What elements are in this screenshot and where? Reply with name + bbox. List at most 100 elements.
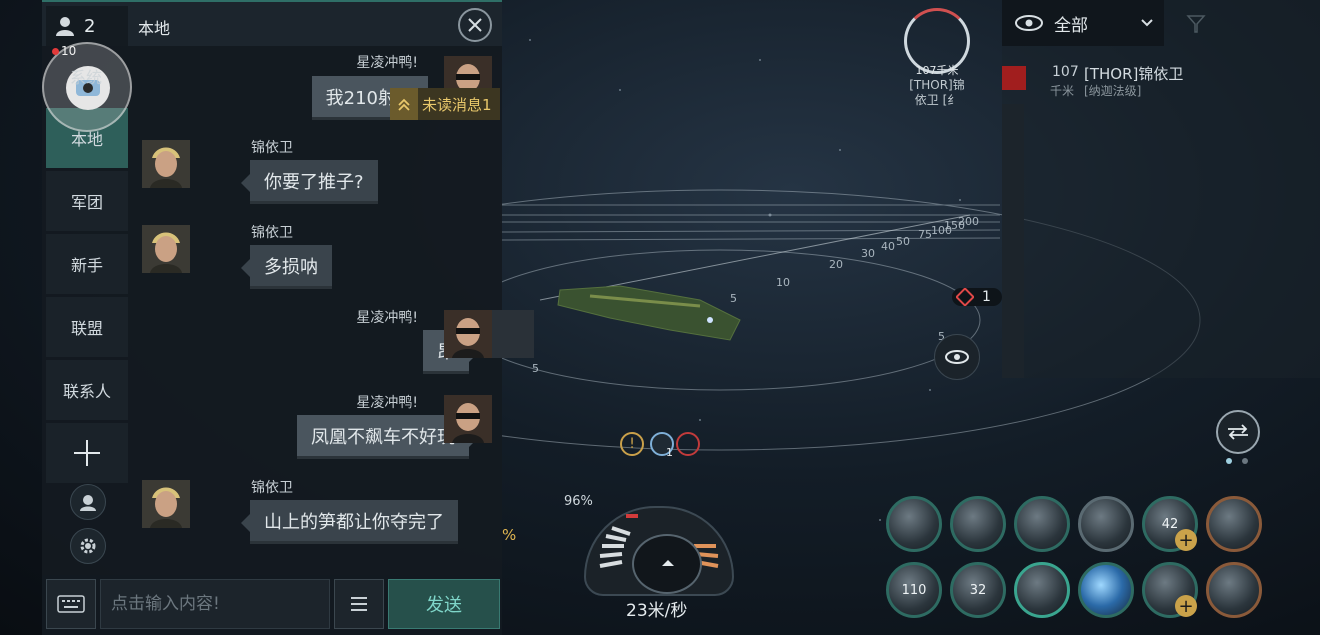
range-label: 40	[881, 240, 895, 253]
module-slot[interactable]: 32	[950, 562, 1006, 618]
lock-count-badge[interactable]: 1	[952, 288, 1002, 306]
range-label: 5	[730, 292, 737, 305]
chat-input[interactable]	[100, 579, 330, 629]
avatar-image	[444, 395, 492, 443]
headset-icon	[80, 495, 96, 511]
keyboard-button[interactable]	[46, 579, 96, 629]
close-icon	[468, 18, 482, 32]
range-label: 10	[776, 276, 790, 289]
overview-distance: 107	[1052, 64, 1079, 80]
range-label: 30	[861, 247, 875, 260]
target-name-line2: 依卫 [纟	[914, 93, 960, 107]
target-distance: 107千米	[915, 64, 959, 77]
swap-rack-button[interactable]	[1216, 410, 1260, 454]
module-slot[interactable]: +	[1142, 562, 1198, 618]
overview-type: [纳迦法级]	[1084, 84, 1142, 98]
tab-alliance[interactable]: 联盟	[46, 297, 128, 357]
member-count[interactable]: 2	[46, 6, 128, 46]
sender-name: 锦依卫	[251, 225, 293, 241]
chat-header: 2 本地	[42, 0, 502, 46]
bubble-tail	[241, 259, 250, 277]
capacitor-dial	[584, 506, 734, 596]
settings-button[interactable]	[70, 528, 106, 564]
message-bubble[interactable]: 山上的笋都让你夺完了	[250, 500, 458, 544]
avatar[interactable]	[444, 310, 492, 358]
tab-newbie[interactable]: 新手	[46, 234, 128, 294]
avatar[interactable]	[444, 395, 492, 443]
status-effects: ! 1	[620, 432, 710, 460]
avatar[interactable]	[142, 480, 190, 528]
avatar[interactable]	[142, 225, 190, 273]
member-count-value: 2	[84, 15, 96, 37]
unread-label: 未读消息1	[422, 95, 492, 114]
channel-title: 本地	[138, 19, 171, 38]
add-icon: +	[1175, 529, 1197, 551]
message-bubble[interactable]: 多损呐	[250, 245, 332, 289]
avatar-image	[142, 225, 190, 273]
notification-badge: 10	[52, 44, 76, 58]
tab-corp[interactable]: 军团	[46, 171, 128, 231]
module-rack: 42 + 110 32 +	[884, 494, 1268, 622]
speed-control[interactable]	[632, 534, 702, 594]
module-slot[interactable]: 42 +	[1142, 496, 1198, 552]
lock-count: 1	[982, 289, 991, 305]
shield-module-slot[interactable]	[1078, 496, 1134, 552]
sender-name: 星凌冲鸭!	[356, 395, 418, 411]
eye-icon	[1015, 15, 1043, 31]
module-slot[interactable]	[950, 496, 1006, 552]
game-screen: 5 10 20 30 40 50 75 100 150 200 5 5 107千…	[0, 0, 1320, 635]
plus-icon	[74, 440, 100, 466]
send-button[interactable]: 发送	[388, 579, 500, 629]
overview-filter-label: 全部	[1054, 15, 1088, 36]
module-slot[interactable]	[1206, 562, 1262, 618]
range-label: 20	[829, 258, 843, 271]
page-dot-active	[1226, 458, 1232, 464]
module-slot[interactable]	[1014, 562, 1070, 618]
chevron-down-icon	[1141, 19, 1153, 27]
avatar-image	[142, 140, 190, 188]
system-label: 系统	[70, 68, 103, 87]
close-button[interactable]	[458, 8, 492, 42]
module-slot[interactable]	[1078, 562, 1134, 618]
bubble-tail	[241, 174, 250, 192]
ship[interactable]	[557, 285, 741, 341]
tab-contacts[interactable]: 联系人	[46, 360, 128, 420]
module-slot[interactable]	[1206, 496, 1262, 552]
overview-name: [THOR]锦依卫	[1084, 65, 1184, 83]
overview-distance-unit: 千米	[1050, 84, 1075, 98]
module-slot[interactable]	[886, 496, 942, 552]
link-icon	[676, 432, 700, 456]
avatar[interactable]	[142, 140, 190, 188]
sender-name: 星凌冲鸭!	[356, 55, 418, 71]
sender-name: 锦依卫	[251, 480, 293, 496]
menu-button[interactable]	[334, 579, 384, 629]
add-channel-button[interactable]	[46, 423, 128, 483]
message-list[interactable]: 星凌冲鸭! 我210射程 锦依卫 你要了推子? 锦依卫 多损呐 星凌冲鸭! 星凌…	[134, 46, 534, 571]
avatar[interactable]	[486, 310, 534, 358]
throttle-icon	[662, 560, 674, 566]
range-label: 200	[958, 215, 979, 228]
overview-row[interactable]: 107 千米 [THOR]锦依卫 [纳迦法级]	[1002, 60, 1320, 104]
camera-eye-button[interactable]	[934, 334, 980, 380]
page-dot	[1242, 458, 1248, 464]
ship-hud: 96% 23米/秒	[564, 492, 744, 622]
chevron-up-icon	[390, 88, 418, 120]
range-label: 5	[532, 362, 539, 375]
range-label: 75	[918, 228, 932, 241]
support-button[interactable]	[70, 484, 106, 520]
overview-filter[interactable]: 全部	[1002, 0, 1164, 46]
module-slot[interactable]	[1014, 496, 1070, 552]
overview-scroll-strip	[1002, 104, 1024, 378]
person-icon	[56, 17, 74, 36]
unread-messages-button[interactable]: 未读消息1	[390, 88, 500, 120]
target-marker[interactable]: 107千米 [THOR]锦 依卫 [纟	[900, 8, 974, 108]
avatar-image	[444, 310, 492, 358]
filter-icon[interactable]	[1186, 14, 1206, 34]
eye-icon	[945, 350, 969, 364]
chat-input-bar: 发送	[42, 575, 502, 635]
sender-name: 锦依卫	[251, 140, 293, 156]
target-name-line1: [THOR]锦	[909, 78, 965, 92]
module-slot[interactable]: 110	[886, 562, 942, 618]
message-bubble[interactable]: 你要了推子?	[250, 160, 378, 204]
hostile-ship-icon	[1002, 66, 1026, 90]
